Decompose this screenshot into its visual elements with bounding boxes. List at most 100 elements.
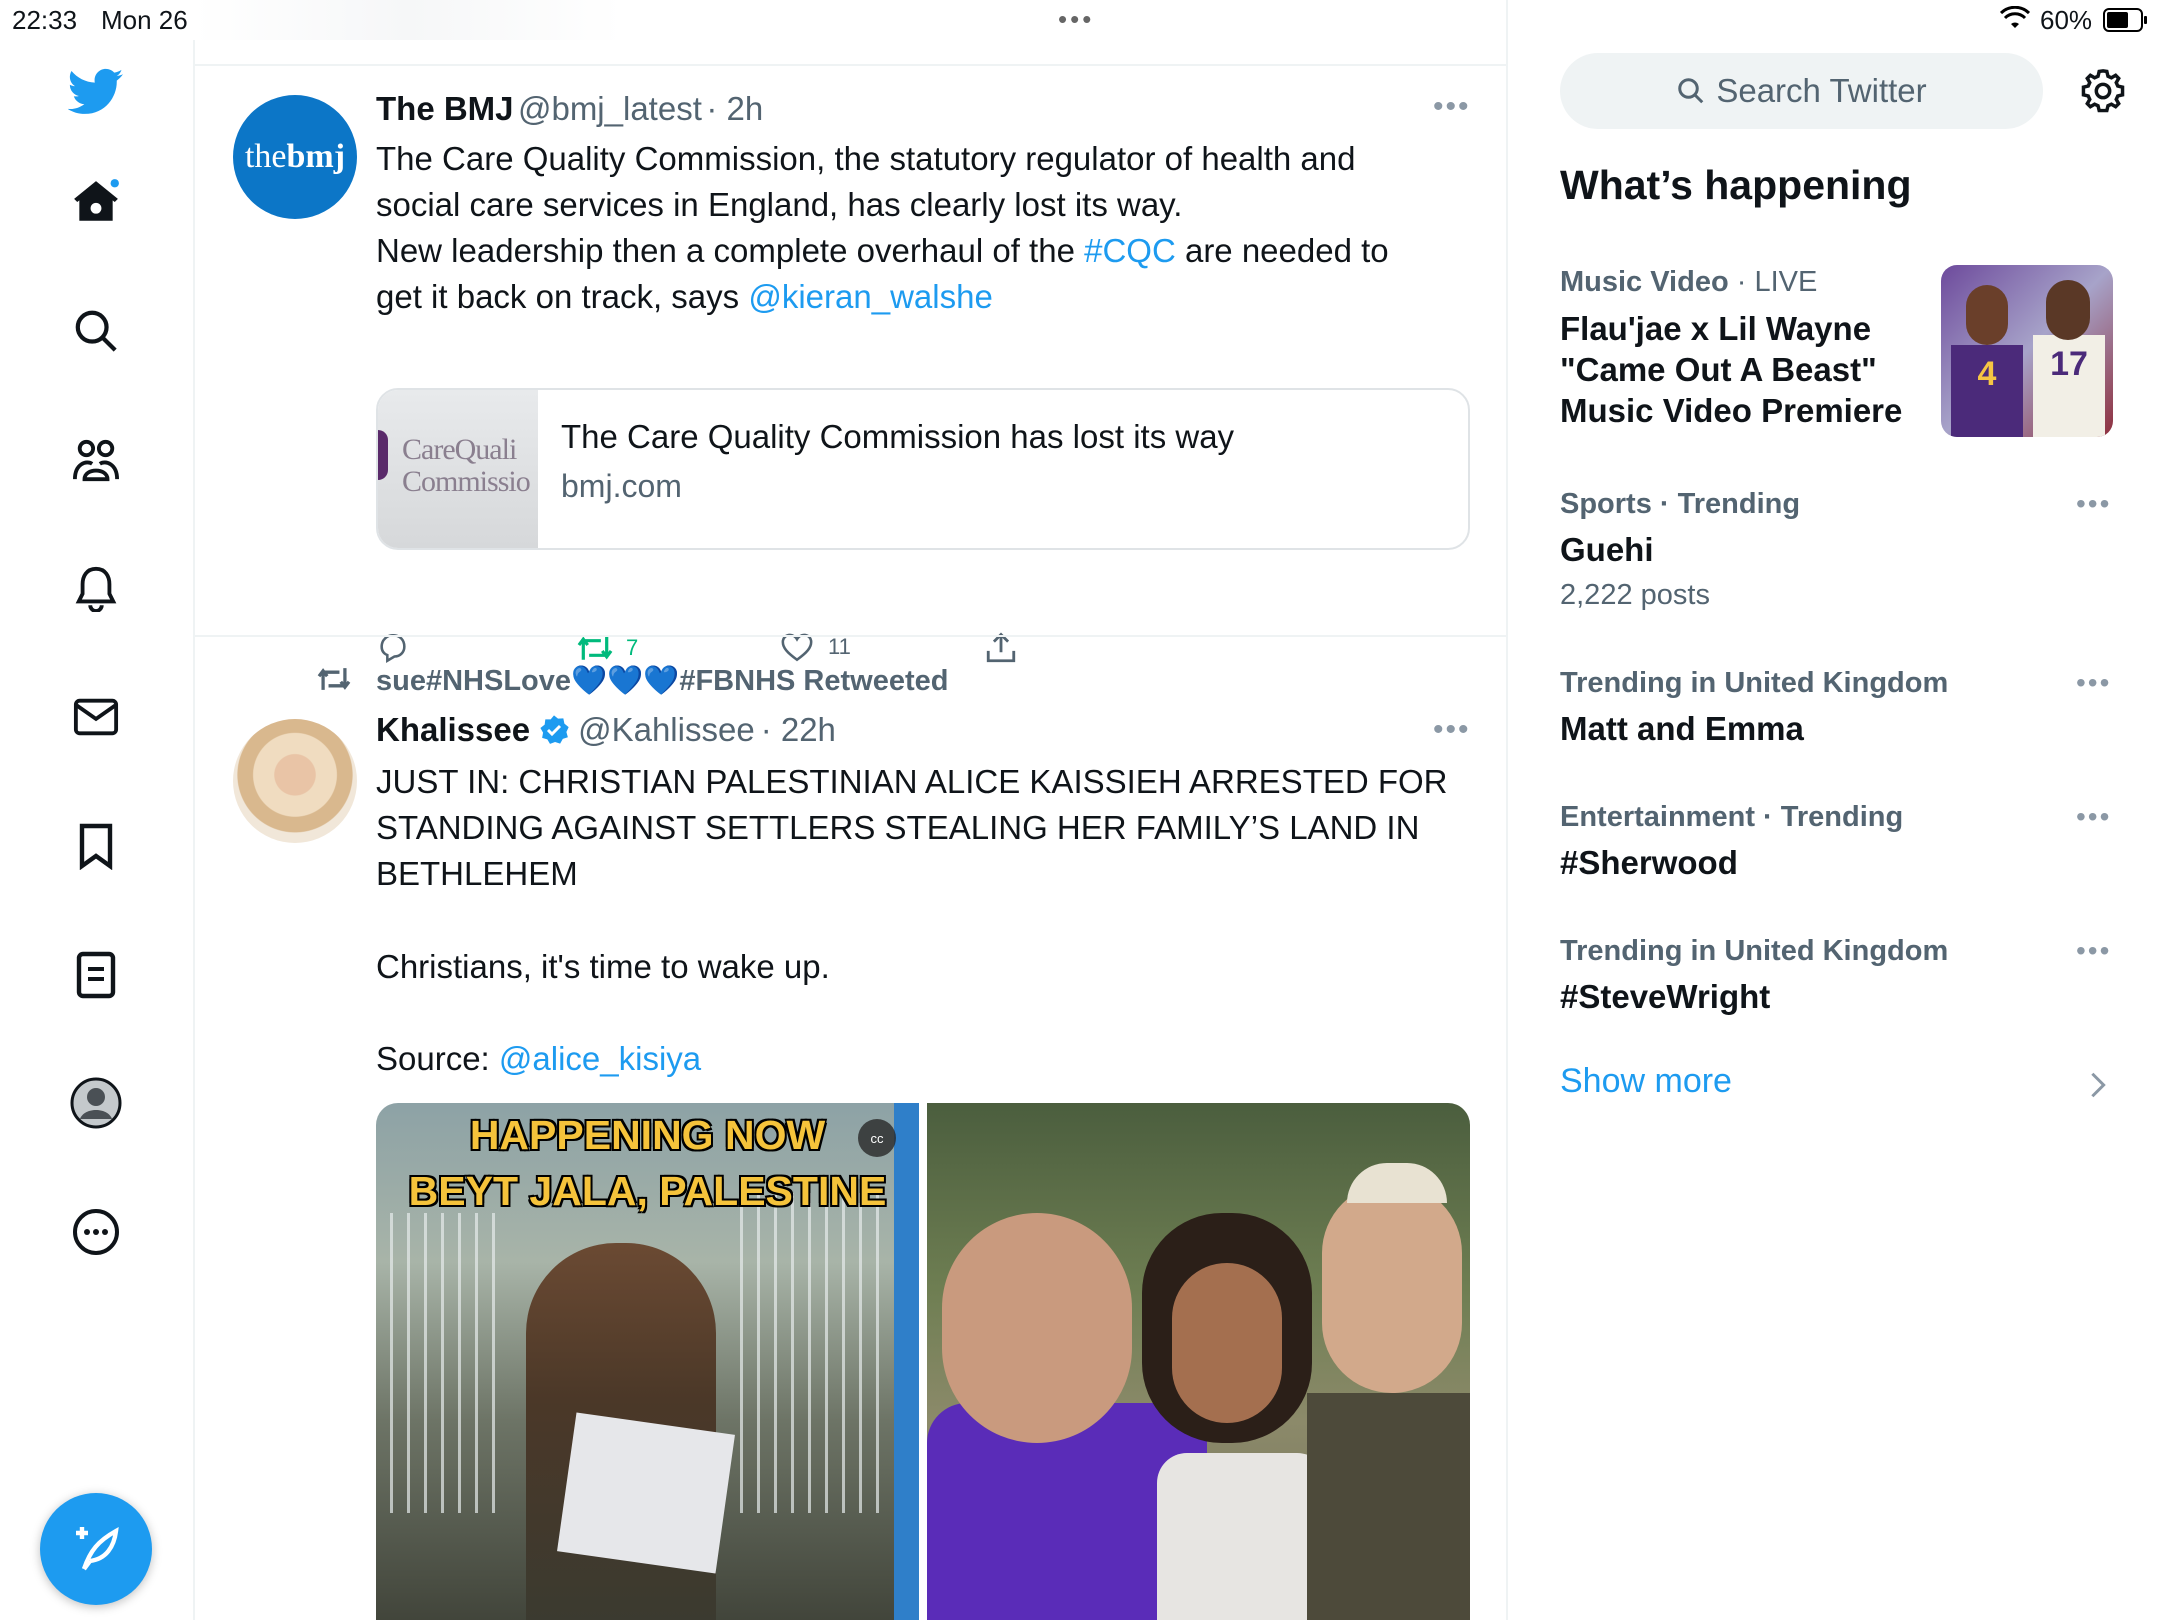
bmj-logo-text-bmj: bmj [286, 138, 346, 175]
settings-gear-icon[interactable] [2080, 68, 2126, 119]
show-more-label: Show more [1560, 1062, 1732, 1100]
author-handle[interactable]: @bmj_latest [518, 90, 702, 127]
more-options-icon[interactable] [66, 1202, 126, 1262]
trend-category: Trending in United Kingdom [1560, 935, 1949, 967]
left-navigation [0, 40, 195, 1620]
man-shirt [1307, 1393, 1470, 1620]
communities-icon[interactable] [66, 430, 126, 490]
bmj-avatar[interactable]: the bmj [233, 95, 357, 219]
author-handle[interactable]: @Kahlissee [578, 711, 755, 749]
link-card[interactable]: CareQuali Commissio The Care Quality Com… [376, 388, 1470, 550]
author-name[interactable]: The BMJ [376, 90, 514, 127]
trend-category: Entertainment · Trending [1560, 801, 1904, 833]
tweet-time[interactable]: · 2h [706, 90, 763, 127]
thumbnail-text-line-2: Commissio [402, 465, 531, 498]
retweeted-by-label[interactable]: sue#NHSLove💙💙💙#FBNHS Retweeted [376, 664, 948, 698]
mention-alice-link[interactable]: @alice_kisiya [499, 1040, 701, 1077]
video-caption-line-2: BEYT JALA, PALESTINE [408, 1168, 887, 1214]
tweet-text-1: The Care Quality Commission, the statuto… [376, 140, 1356, 223]
home-icon[interactable] [66, 172, 126, 232]
white-top [1157, 1453, 1327, 1620]
media-photo[interactable] [927, 1103, 1470, 1620]
video-caption-line-1: HAPPENING NOW [469, 1112, 826, 1158]
retweet-indicator-icon [315, 664, 353, 699]
man-face [1322, 1183, 1462, 1393]
trend-category: Trending in United Kingdom [1560, 667, 1949, 699]
media-video-thumbnail[interactable]: HAPPENING NOW BEYT JALA, PALESTINE cc [376, 1103, 919, 1620]
show-more-button[interactable]: Show more [1508, 1058, 2160, 1118]
tweet-khalissee[interactable]: sue#NHSLove💙💙💙#FBNHS Retweeted Khalissee… [193, 637, 1506, 1620]
compose-tweet-button[interactable] [40, 1493, 152, 1605]
hashtag-cqc-link[interactable]: #CQC [1084, 232, 1176, 269]
cc-label: cc [870, 1130, 884, 1146]
jersey-right: 17 [2033, 335, 2105, 437]
trend-item-music-video[interactable]: Music Video · LIVE Flau'jae x Lil Wayne … [1508, 255, 2160, 455]
tweet-text-2: New leadership then a complete overhaul … [376, 228, 1436, 320]
held-document [557, 1412, 735, 1574]
trend-live-label: · LIVE [1728, 266, 1818, 298]
closed-captions-icon[interactable]: cc [858, 1119, 896, 1157]
trend-item-sherwood[interactable]: Entertainment · Trending #Sherwood ••• [1508, 791, 2160, 901]
tweet-source: Source: @alice_kisiya [376, 1036, 701, 1082]
tweet-text-1: JUST IN: CHRISTIAN PALESTINIAN ALICE KAI… [376, 763, 1448, 892]
trend-title: Guehi [1560, 531, 1654, 568]
tweet-bmj[interactable]: the bmj The BMJ @bmj_latest · 2h ••• The … [193, 66, 1506, 664]
jersey-left-number: 4 [1977, 355, 1997, 393]
person-left [1966, 285, 2008, 345]
tweet-more-icon[interactable]: ••• [1433, 713, 1471, 747]
trend-thumbnail: 4 17 [1941, 265, 2113, 437]
right-sidebar: Search Twitter What’s happening Music Vi… [1508, 0, 2160, 1620]
tweet-text-2: Christians, it's time to wake up. [376, 948, 830, 985]
trend-more-icon[interactable]: ••• [2076, 488, 2111, 520]
search-icon [1678, 78, 1704, 104]
kippah [1347, 1163, 1447, 1203]
link-card-title: The Care Quality Commission has lost its… [561, 418, 1235, 455]
top-fade [193, 0, 623, 40]
trend-category: Sports · Trending [1560, 488, 1801, 520]
thumbnail-text: CareQuali Commissio [402, 433, 531, 498]
notifications-bell-icon[interactable] [66, 558, 126, 618]
mention-kieran-link[interactable]: @kieran_walshe [748, 278, 992, 315]
trend-title: #Sherwood [1560, 844, 1738, 881]
verified-badge-icon [540, 715, 569, 744]
trend-more-icon[interactable]: ••• [2076, 801, 2111, 833]
thumbnail-text-line-1: CareQuali [402, 433, 517, 466]
trend-more-icon[interactable]: ••• [2076, 667, 2111, 699]
trend-title: Matt and Emma [1560, 710, 1804, 747]
trend-category: Music Video · LIVE [1560, 266, 1817, 299]
lists-icon[interactable] [66, 945, 126, 1005]
tweet-header: The BMJ @bmj_latest · 2h [376, 90, 763, 128]
link-card-thumbnail: CareQuali Commissio [378, 390, 538, 548]
tweet-header: Khalissee @Kahlissee · 22h [376, 711, 836, 749]
trend-item-matt-emma[interactable]: Trending in United Kingdom Matt and Emma… [1508, 657, 2160, 767]
explore-search-icon[interactable] [66, 301, 126, 361]
video-caption: HAPPENING NOW BEYT JALA, PALESTINE [376, 1107, 919, 1219]
fence-left [376, 1213, 496, 1513]
status-time: 22:33 [12, 5, 78, 35]
trend-more-icon[interactable]: ••• [2076, 935, 2111, 967]
jersey-left: 4 [1951, 345, 2023, 437]
trend-post-count: 2,222 posts [1560, 579, 1710, 611]
twitter-logo-icon[interactable] [66, 62, 126, 122]
jersey-right-number: 17 [2050, 345, 2088, 383]
compose-feather-icon [76, 1526, 119, 1571]
chevron-right-icon [2091, 1072, 2106, 1098]
trend-title: #SteveWright [1560, 978, 1771, 1015]
person-right [2046, 280, 2090, 340]
cqc-logo-mark [378, 430, 388, 480]
timeline[interactable]: the bmj The BMJ @bmj_latest · 2h ••• The … [193, 0, 1508, 1620]
tweet-more-icon[interactable]: ••• [1433, 90, 1471, 124]
trend-title: Flau'jae x Lil Wayne "Came Out A Beast" … [1560, 310, 1903, 429]
search-bar[interactable]: Search Twitter [1560, 53, 2043, 129]
tweet-time[interactable]: · 22h [761, 711, 836, 749]
profile-avatar-icon[interactable] [66, 1073, 126, 1133]
bookmarks-icon[interactable] [66, 816, 126, 876]
trend-item-guehi[interactable]: Sports · Trending Guehi 2,222 posts ••• [1508, 478, 2160, 628]
whats-happening-heading: What’s happening [1560, 162, 1912, 208]
messages-mail-icon[interactable] [66, 687, 126, 747]
trend-category-label: Music Video [1560, 266, 1729, 298]
bald-head [942, 1213, 1132, 1443]
trend-item-stevewright[interactable]: Trending in United Kingdom #SteveWright … [1508, 925, 2160, 1035]
author-name[interactable]: Khalissee [376, 711, 530, 749]
khalissee-avatar[interactable] [233, 719, 357, 843]
